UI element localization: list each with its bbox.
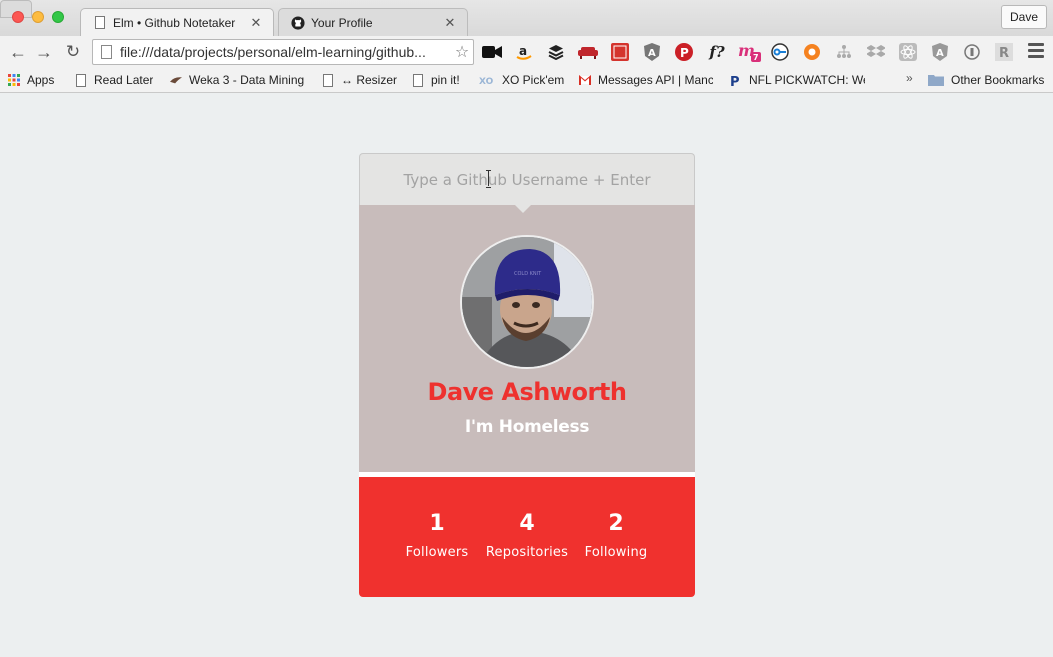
profile-panel: COLD KNIT Dave Ashworth I'm Homeless (359, 204, 695, 472)
tab-elm-github-notetaker[interactable]: Elm • Github Notetaker ✕ (80, 8, 274, 36)
tab-title: Your Profile (311, 15, 373, 30)
svg-text:XO: XO (479, 77, 494, 85)
search-pointer-notch (514, 204, 532, 213)
bookmark-resizer[interactable]: ↔ Resizer (322, 72, 397, 88)
bookmark-xo-pickem[interactable]: XO XO Pick'em (479, 72, 564, 88)
window-minimize-button[interactable] (32, 11, 44, 23)
page-icon (101, 45, 112, 59)
bookmark-label: pin it! (431, 73, 460, 87)
window-maximize-button[interactable] (52, 11, 64, 23)
lifebuoy-icon[interactable] (802, 43, 822, 61)
angular-icon[interactable]: A (930, 43, 950, 61)
bookmark-apps[interactable]: Apps (8, 72, 54, 88)
tab-close-icon[interactable]: ✕ (443, 15, 457, 31)
dropbox-icon[interactable] (866, 43, 886, 61)
bookmark-pin-it[interactable]: pin it! (412, 72, 460, 88)
folder-icon (928, 74, 944, 86)
stat-value: 2 (608, 511, 624, 536)
back-arrow-icon[interactable]: ← (8, 42, 28, 62)
stats-panel: 1 Followers 4 Repositories 2 Following (359, 477, 695, 597)
profile-bio: I'm Homeless (464, 417, 590, 437)
amazon-icon[interactable]: a (514, 43, 534, 61)
bookmark-label: Weka 3 - Data Mining (189, 73, 305, 87)
page-icon (322, 73, 334, 87)
address-url[interactable]: file:///data/projects/personal/elm-learn… (120, 44, 451, 60)
font-detect-icon[interactable]: f? (706, 43, 728, 61)
bookmark-label: ↔ Resizer (341, 73, 398, 87)
github-username-input[interactable] (377, 165, 677, 195)
tab-close-icon[interactable]: ✕ (249, 15, 263, 31)
bookmark-label: Other Bookmarks (951, 73, 1045, 87)
apps-grid-icon (8, 74, 20, 86)
sitemap-icon[interactable] (834, 43, 854, 61)
search-bar (359, 153, 695, 206)
svg-text:P: P (680, 46, 689, 60)
browser-toolbar: ← → ↻ file:///data/projects/personal/elm… (0, 36, 1053, 68)
avatar: COLD KNIT (460, 235, 594, 369)
forward-arrow-icon[interactable]: → (34, 42, 54, 62)
more-bookmarks-chevron-icon[interactable]: » (906, 71, 913, 85)
svg-text:COLD KNIT: COLD KNIT (514, 271, 542, 277)
svg-text:P: P (730, 75, 740, 87)
xo-icon: XO (479, 74, 495, 86)
r-icon[interactable]: R (994, 43, 1014, 61)
tab-strip: Elm • Github Notetaker ✕ Your Profile ✕ … (0, 0, 1053, 36)
text-cursor-icon (486, 170, 492, 188)
bookmark-label: Messages API | Manc (598, 73, 713, 87)
tab-title: Elm • Github Notetaker (113, 15, 236, 30)
svg-text:R: R (999, 46, 1009, 61)
bookmark-messages-api[interactable]: Messages API | Manc (579, 72, 713, 88)
page-icon (93, 16, 107, 30)
stat-label: Following (584, 545, 648, 560)
p-icon: P (730, 74, 742, 87)
svg-text:a: a (519, 44, 527, 58)
react-icon[interactable] (898, 43, 918, 61)
bookmark-label: XO Pick'em (502, 73, 565, 87)
bookmarks-bar: Apps Read Later Weka 3 - Data Mining ↔ R… (0, 68, 1053, 92)
tab-your-profile[interactable]: Your Profile ✕ (278, 8, 468, 36)
angular-shield-icon[interactable]: A (642, 43, 662, 61)
video-camera-icon[interactable] (482, 43, 502, 61)
bookmark-label: Read Later (94, 73, 154, 87)
svg-text:A: A (648, 48, 656, 59)
window-close-button[interactable] (12, 11, 24, 23)
couch-icon[interactable] (578, 43, 598, 61)
weka-bird-icon (170, 74, 182, 86)
profile-name: Dave Ashworth (427, 378, 627, 406)
circle-icon[interactable] (962, 43, 982, 61)
m-badge-count: 7 (753, 53, 759, 62)
stat-following[interactable]: 2 Following (561, 507, 671, 560)
feed-icon[interactable] (610, 43, 630, 61)
bookmark-other-bookmarks[interactable]: Other Bookmarks (928, 72, 1044, 88)
bookmark-label: Apps (27, 73, 55, 87)
bookmark-nfl-pickwatch[interactable]: P NFL PICKWATCH: We (730, 72, 865, 88)
gmail-icon (579, 74, 591, 86)
buffer-icon[interactable] (546, 43, 566, 61)
github-icon (291, 15, 305, 30)
page-icon (75, 73, 87, 87)
browser-chrome: Elm • Github Notetaker ✕ Your Profile ✕ … (0, 0, 1053, 93)
m-badge-icon[interactable]: m7 (738, 42, 764, 62)
reload-icon[interactable]: ↻ (63, 42, 83, 62)
hamburger-menu-icon[interactable] (1028, 43, 1044, 59)
svg-text:A: A (936, 48, 944, 59)
browser-profile-button[interactable]: Dave (1000, 5, 1047, 29)
bookmark-label: NFL PICKWATCH: We (749, 73, 865, 87)
bookmark-weka[interactable]: Weka 3 - Data Mining (170, 72, 305, 88)
address-bar[interactable]: file:///data/projects/personal/elm-learn… (92, 39, 474, 65)
page-icon (412, 73, 424, 87)
pinterest-icon[interactable]: P (674, 43, 694, 61)
key-icon[interactable] (770, 43, 790, 61)
bookmark-star-icon[interactable]: ☆ (451, 42, 473, 62)
bookmark-read-later[interactable]: Read Later (75, 72, 153, 88)
